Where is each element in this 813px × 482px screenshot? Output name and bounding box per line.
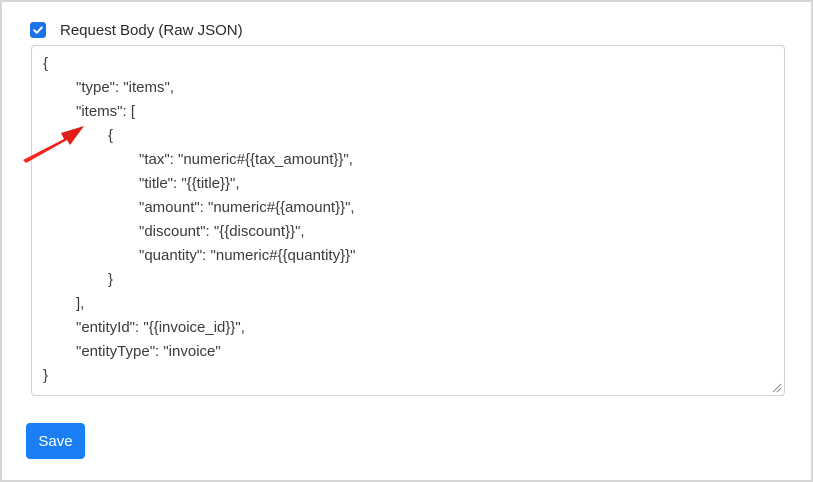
code-line: "tax": "numeric#{{tax_amount}}", xyxy=(139,151,353,168)
code-line: "title": "{{title}}", xyxy=(139,175,240,192)
code-line: "entityId": "{{invoice_id}}", xyxy=(76,319,245,336)
code-line: } xyxy=(108,271,114,288)
save-button[interactable]: Save xyxy=(26,423,85,459)
request-body-textarea[interactable]: { "type": "items", "items": [ { "tax": "… xyxy=(31,45,785,396)
red-arrow-annotation-icon xyxy=(23,126,84,163)
request-body-toggle[interactable]: Request Body (Raw JSON) xyxy=(30,20,243,40)
checkmark-icon xyxy=(33,26,43,34)
code-line: { xyxy=(43,55,49,72)
code-line: "entityType": "invoice" xyxy=(76,343,221,360)
code-line: "amount": "numeric#{{amount}}", xyxy=(139,199,355,216)
code-line: "items": [ xyxy=(76,103,135,120)
code-line: "type": "items", xyxy=(76,79,174,96)
request-body-panel: Request Body (Raw JSON) { "type": "items… xyxy=(0,0,813,482)
code-line: { xyxy=(108,127,114,144)
request-body-label: Request Body (Raw JSON) xyxy=(60,21,243,39)
code-line: "quantity": "numeric#{{quantity}}" xyxy=(139,247,356,264)
code-line: "discount": "{{discount}}", xyxy=(139,223,305,240)
request-body-checkbox[interactable] xyxy=(30,22,46,38)
resize-handle-icon[interactable] xyxy=(772,383,782,393)
code-line: ], xyxy=(76,295,85,312)
code-line: } xyxy=(43,367,49,384)
